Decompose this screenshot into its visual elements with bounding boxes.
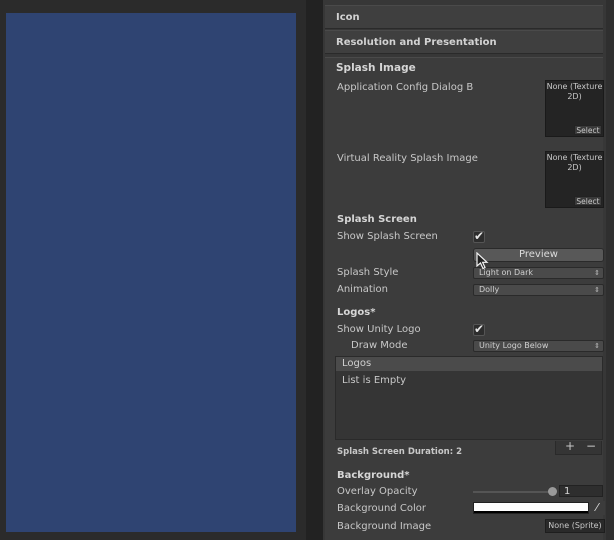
icon-foldout[interactable]: Icon — [325, 5, 603, 29]
animation-value: Dolly — [479, 285, 500, 294]
color-alpha-bar — [474, 511, 588, 513]
splash-screen-header: Splash Screen — [337, 214, 417, 225]
app-config-texture-value: None (Texture 2D) — [546, 82, 603, 101]
logos-list-empty: List is Empty — [342, 375, 407, 386]
app-config-label: Application Config Dialog B — [337, 82, 474, 93]
resolution-foldout-title: Resolution and Presentation — [336, 37, 497, 48]
overlay-opacity-label: Overlay Opacity — [337, 486, 418, 497]
show-splash-label: Show Splash Screen — [337, 231, 438, 242]
checkmark-icon: ✔ — [474, 229, 485, 243]
splash-style-dropdown[interactable]: Light on Dark ⇕ — [473, 267, 604, 279]
show-splash-checkbox[interactable]: ✔ — [473, 229, 485, 243]
panel-divider[interactable] — [306, 0, 323, 540]
splash-image-section: Splash Image Application Config Dialog B… — [325, 57, 604, 540]
inspector-scrollbar[interactable] — [606, 0, 614, 540]
preview-button[interactable]: Preview — [473, 248, 604, 262]
overlay-opacity-knob[interactable] — [548, 487, 557, 496]
background-image-field[interactable]: None (Sprite) — [545, 519, 605, 533]
vr-splash-texture-value: None (Texture 2D) — [546, 153, 603, 172]
show-unity-logo-label: Show Unity Logo — [337, 324, 421, 335]
app-config-texture-field[interactable]: None (Texture 2D) Select — [545, 80, 604, 137]
plus-icon[interactable]: + — [565, 439, 575, 453]
splash-image-header[interactable]: Splash Image — [336, 62, 416, 74]
logos-list-footer: + − — [555, 439, 602, 455]
icon-foldout-title: Icon — [336, 12, 360, 23]
vr-splash-label: Virtual Reality Splash Image — [337, 153, 478, 164]
draw-mode-dropdown[interactable]: Unity Logo Below ⇕ — [473, 340, 604, 352]
vr-splash-select-button[interactable]: Select — [574, 196, 602, 206]
eyedropper-icon[interactable]: ⁄ — [589, 501, 605, 515]
checkmark-icon: ✔ — [474, 322, 485, 336]
background-image-label: Background Image — [337, 521, 432, 532]
dropdown-arrow-icon: ⇕ — [594, 342, 600, 350]
draw-mode-value: Unity Logo Below — [479, 341, 549, 350]
animation-label: Animation — [337, 284, 388, 295]
app-config-select-button[interactable]: Select — [574, 125, 602, 135]
resolution-foldout[interactable]: Resolution and Presentation — [325, 30, 603, 54]
minus-icon[interactable]: − — [586, 439, 596, 453]
show-unity-logo-checkbox[interactable]: ✔ — [473, 322, 485, 336]
animation-dropdown[interactable]: Dolly ⇕ — [473, 284, 604, 296]
game-view[interactable] — [6, 13, 296, 532]
vr-splash-texture-field[interactable]: None (Texture 2D) Select — [545, 151, 604, 208]
logos-list[interactable]: Logos List is Empty — [335, 356, 603, 440]
scene-panel — [0, 0, 306, 540]
logos-list-title: Logos — [342, 358, 372, 369]
logos-list-header: Logos — [336, 357, 602, 371]
logos-header: Logos* — [337, 307, 376, 318]
background-color-field[interactable] — [473, 502, 589, 514]
draw-mode-label: Draw Mode — [351, 340, 408, 351]
splash-style-label: Splash Style — [337, 267, 399, 278]
background-header: Background* — [337, 470, 410, 481]
overlay-opacity-slider[interactable] — [473, 491, 553, 493]
dropdown-arrow-icon: ⇕ — [594, 269, 600, 277]
mouse-cursor-icon — [476, 252, 489, 270]
splash-duration-label: Splash Screen Duration: 2 — [337, 447, 462, 457]
background-color-label: Background Color — [337, 503, 426, 514]
dropdown-arrow-icon: ⇕ — [594, 286, 600, 294]
player-settings-inspector: Icon Resolution and Presentation Splash … — [323, 0, 614, 540]
overlay-opacity-field[interactable]: 1 — [559, 485, 603, 497]
